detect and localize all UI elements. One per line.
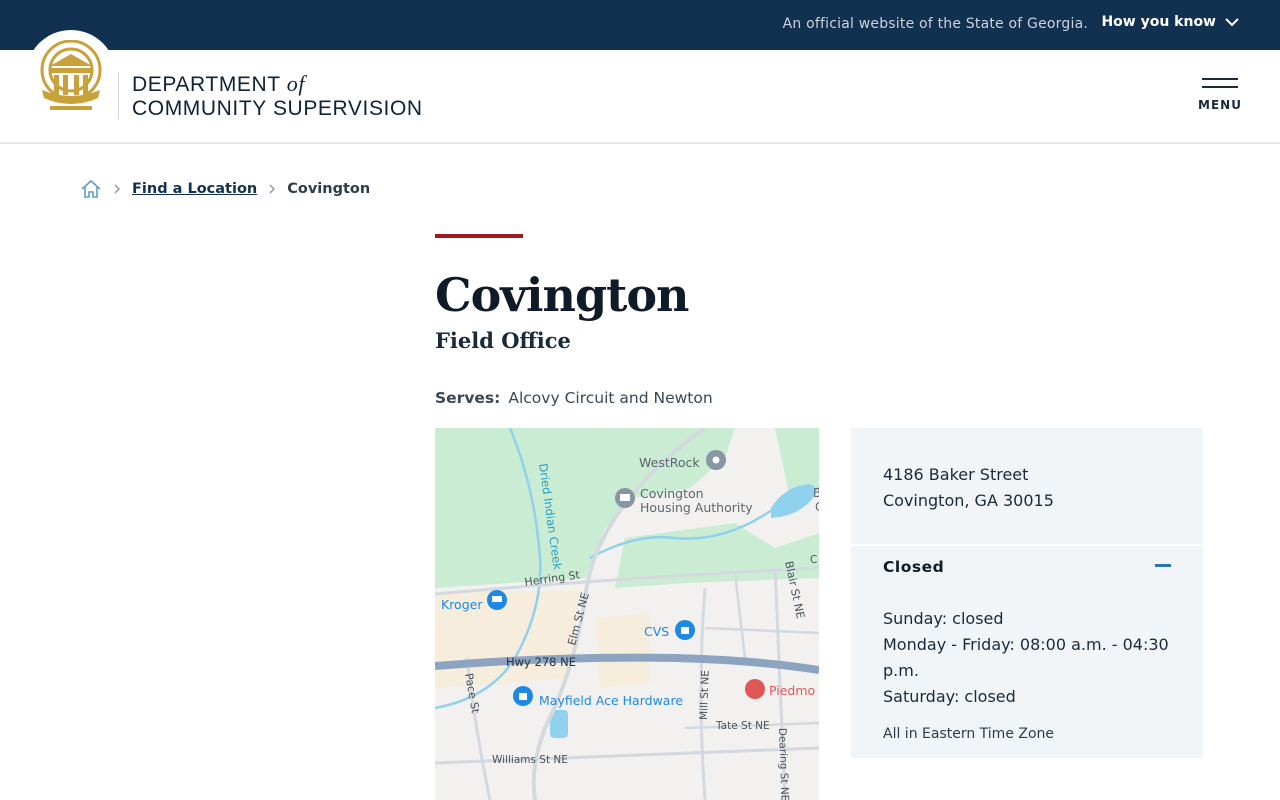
agency-name[interactable]: DEPARTMENT of COMMUNITY SUPERVISION <box>132 72 423 121</box>
page-subtitle: Field Office <box>435 328 571 353</box>
map-pin-westrock[interactable] <box>706 450 726 470</box>
map-canvas[interactable]: WestRock Covington Housing Authority Dri… <box>435 428 819 800</box>
hours-saturday: Saturday: closed <box>883 687 1016 706</box>
map-pond <box>771 484 816 518</box>
location-map[interactable]: WestRock Covington Housing Authority Dri… <box>435 428 819 800</box>
agency-name-line1: DEPARTMENT <box>132 73 281 96</box>
address-line2: Covington, GA 30015 <box>883 491 1054 510</box>
map-label-kroger: Kroger <box>441 597 483 612</box>
site-logo[interactable] <box>26 30 116 120</box>
hours-list: Sunday: closed Monday - Friday: 08:00 a.… <box>883 606 1183 710</box>
site-header: DEPARTMENT of COMMUNITY SUPERVISION MENU <box>0 30 1280 144</box>
map-label-cvs: CVS <box>644 624 669 639</box>
map-label-edge-c2: C <box>810 554 817 566</box>
timezone-note: All in Eastern Time Zone <box>883 726 1055 742</box>
menu-label: MENU <box>1198 98 1242 112</box>
map-commercial-area <box>595 613 650 688</box>
breadcrumb-current: Covington <box>287 181 371 197</box>
map-pin-housing-authority[interactable] <box>615 488 635 508</box>
map-label-tate: Tate St NE <box>715 720 770 732</box>
chevron-right-icon <box>269 184 276 194</box>
chevron-down-icon <box>1225 18 1239 27</box>
logo-divider <box>118 72 119 120</box>
title-accent-bar <box>435 234 523 238</box>
map-label-edge-b: B <box>813 486 819 500</box>
menu-button[interactable]: MENU <box>1198 78 1242 112</box>
map-label-williams: Williams St NE <box>492 754 568 766</box>
minus-icon[interactable] <box>1155 564 1171 567</box>
map-pin-cvs[interactable] <box>675 620 695 640</box>
map-label-westrock: WestRock <box>639 455 700 470</box>
map-pin-kroger[interactable] <box>487 590 507 610</box>
map-label-housing-1: Covington <box>640 486 704 501</box>
map-street <box>733 572 747 659</box>
serves-row: Serves: Alcovy Circuit and Newton <box>435 389 713 407</box>
how-you-know-label: How you know <box>1101 14 1216 30</box>
serves-value: Alcovy Circuit and Newton <box>508 389 713 407</box>
address-line1: 4186 Baker Street <box>883 465 1029 484</box>
map-street <box>704 626 819 635</box>
location-info-panel: 4186 Baker Street Covington, GA 30015 Cl… <box>851 428 1203 758</box>
breadcrumb: Find a Location Covington <box>80 178 370 200</box>
official-banner: An official website of the State of Geor… <box>0 0 1280 50</box>
home-icon[interactable] <box>80 178 102 200</box>
serves-label: Serves: <box>435 389 501 407</box>
map-label-piedmont: Piedmo <box>769 683 815 698</box>
how-you-know-toggle[interactable]: How you know <box>1101 14 1240 30</box>
agency-name-line2: COMMUNITY SUPERVISION <box>132 97 423 120</box>
map-label-mill: Mill St NE <box>698 670 712 720</box>
map-label-hwy: Hwy 278 NE <box>506 655 576 669</box>
map-pin-piedmont[interactable] <box>745 679 765 699</box>
map-label-dearing: Dearing St NE <box>776 728 791 800</box>
state-seal-icon <box>40 40 102 110</box>
map-label-edge-c1: C <box>815 500 819 514</box>
info-divider <box>851 544 1203 546</box>
hours-sunday: Sunday: closed <box>883 609 1004 628</box>
map-label-housing-2: Housing Authority <box>640 500 753 515</box>
hours-weekdays: Monday - Friday: 08:00 a.m. - 04:30 p.m. <box>883 635 1169 680</box>
official-site-text: An official website of the State of Geor… <box>782 16 1088 32</box>
breadcrumb-find-location[interactable]: Find a Location <box>132 181 257 197</box>
open-status[interactable]: Closed <box>883 558 944 576</box>
hamburger-icon <box>1198 78 1242 88</box>
page-title: Covington <box>435 268 689 322</box>
chevron-right-icon <box>114 184 120 194</box>
location-address: 4186 Baker Street Covington, GA 30015 <box>883 462 1054 514</box>
agency-name-of: of <box>286 71 306 96</box>
map-label-mayfield: Mayfield Ace Hardware <box>539 693 683 708</box>
map-pin-mayfield[interactable] <box>513 686 533 706</box>
